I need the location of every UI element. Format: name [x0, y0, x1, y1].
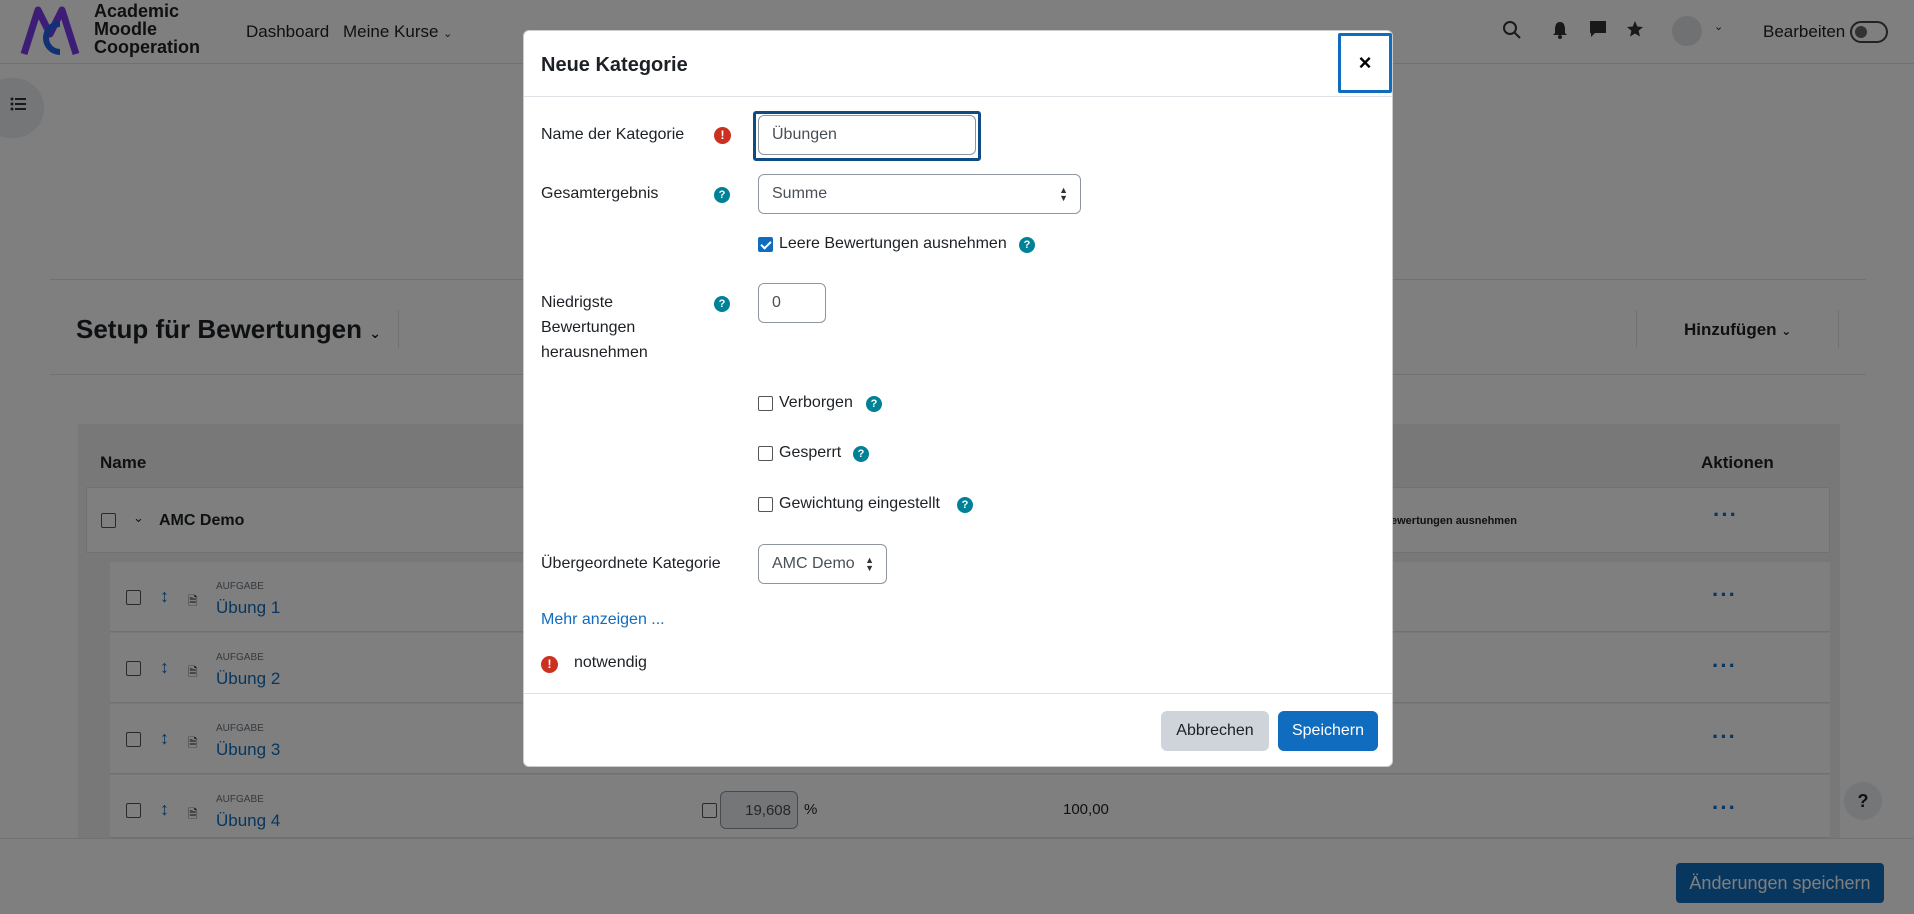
drop-lowest-input[interactable]: 0 [758, 283, 826, 323]
help-icon[interactable]: ? [957, 497, 973, 513]
modal-footer-divider [524, 693, 1392, 694]
required-legend: notwendig [574, 654, 647, 671]
exclude-empty-checkbox[interactable] [758, 237, 773, 252]
new-category-modal: Neue Kategorie × Name der Kategorie ! Üb… [523, 30, 1393, 767]
parent-category-label: Übergeordnete Kategorie [541, 555, 721, 572]
save-button[interactable]: Speichern [1278, 711, 1378, 751]
cancel-button[interactable]: Abbrechen [1161, 711, 1269, 751]
help-icon[interactable]: ? [1019, 237, 1035, 253]
show-more-link[interactable]: Mehr anzeigen ... [541, 611, 665, 629]
modal-title: Neue Kategorie [541, 54, 688, 76]
drop-lowest-label-line: Niedrigste [541, 294, 614, 311]
category-name-input[interactable]: Übungen [758, 115, 976, 155]
help-icon[interactable]: ? [853, 446, 869, 462]
aggregation-label: Gesamtergebnis [541, 185, 659, 202]
required-icon: ! [714, 127, 731, 144]
hidden-checkbox[interactable] [758, 396, 773, 411]
help-icon[interactable]: ? [714, 187, 730, 203]
locked-label: Gesperrt [779, 444, 842, 461]
drop-lowest-label-line: Bewertungen [541, 319, 636, 336]
exclude-empty-label: Leere Bewertungen ausnehmen [779, 235, 1007, 252]
weight-adjusted-label: Gewichtung eingestellt [779, 495, 940, 512]
close-button[interactable]: × [1338, 33, 1392, 93]
drop-lowest-label-line: herausnehmen [541, 344, 648, 361]
aggregation-select[interactable]: Summe ▲ ▼ [758, 174, 1081, 214]
help-icon[interactable]: ? [714, 296, 730, 312]
required-icon: ! [541, 656, 558, 673]
parent-category-select[interactable]: AMC Demo ▲ ▼ [758, 544, 887, 584]
aggregation-selected: Summe [772, 185, 828, 202]
hidden-label: Verborgen [779, 394, 853, 411]
category-name-label: Name der Kategorie [541, 126, 685, 143]
locked-checkbox[interactable] [758, 446, 773, 461]
help-icon[interactable]: ? [866, 396, 882, 412]
parent-category-selected: AMC Demo [772, 555, 855, 572]
modal-header: Neue Kategorie × [524, 31, 1392, 97]
select-arrows-icon: ▲ ▼ [865, 555, 874, 573]
select-arrows-icon: ▲ ▼ [1059, 185, 1068, 203]
weight-adjusted-checkbox[interactable] [758, 497, 773, 512]
